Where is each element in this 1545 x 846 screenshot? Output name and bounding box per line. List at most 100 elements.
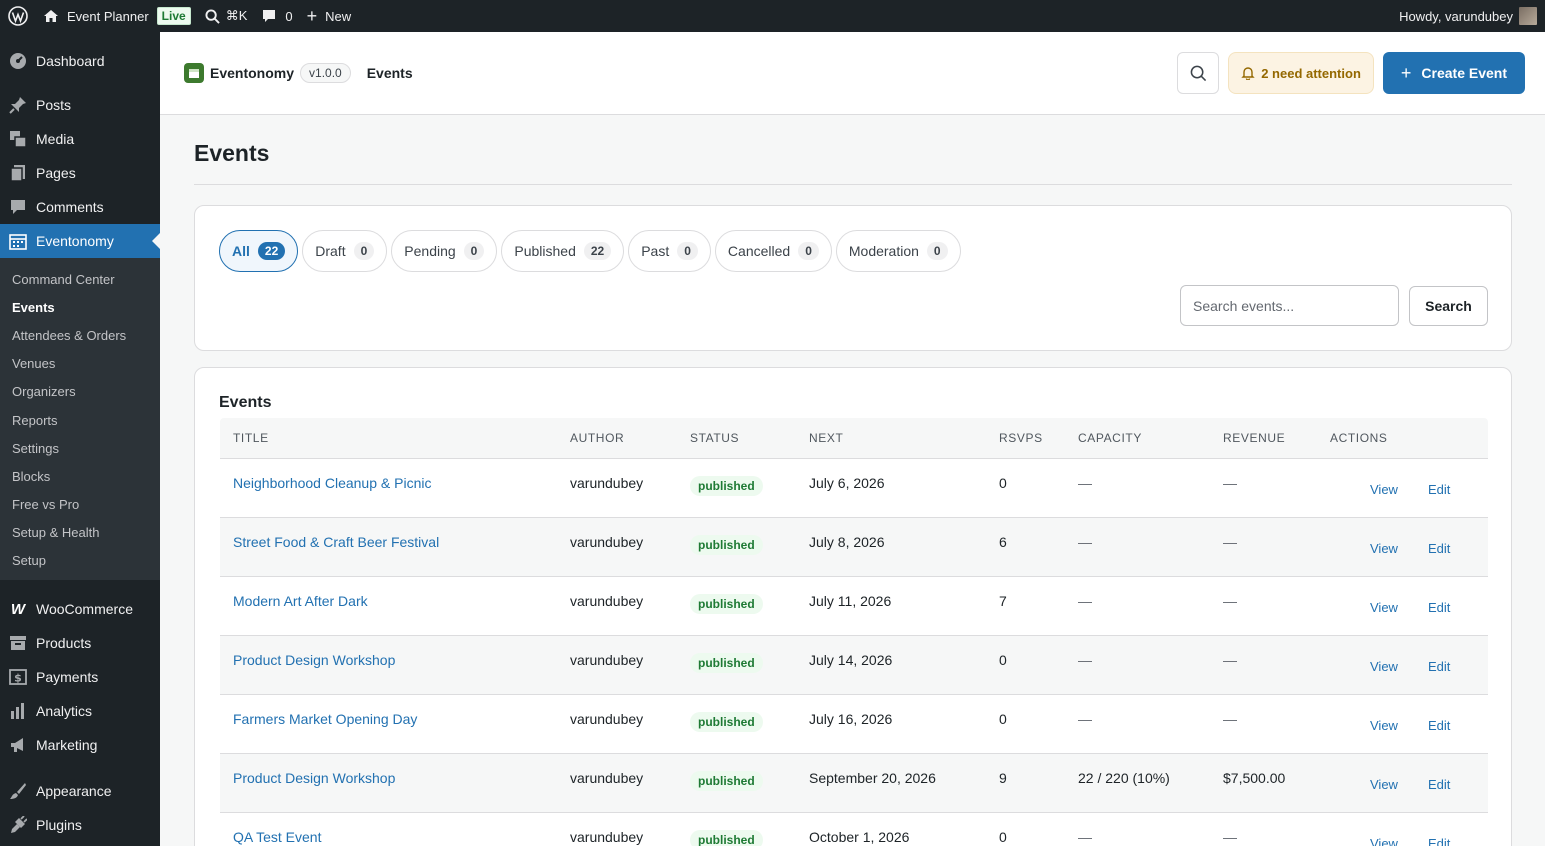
- site-name-link[interactable]: Event Planner Live: [36, 0, 198, 32]
- sidebar-item-plugins[interactable]: Plugins: [0, 808, 160, 842]
- event-title-link[interactable]: Product Design Workshop: [220, 652, 570, 668]
- submenu-item-attendees-orders[interactable]: Attendees & Orders: [0, 321, 160, 349]
- column-next: NEXT: [809, 431, 844, 445]
- table-row: Street Food & Craft Beer Festival varund…: [220, 518, 1488, 577]
- edit-link[interactable]: Edit: [1428, 541, 1450, 556]
- event-title-link[interactable]: Neighborhood Cleanup & Picnic: [220, 475, 570, 491]
- status-badge: published: [690, 771, 763, 791]
- new-content-link[interactable]: + New: [300, 0, 359, 32]
- sidebar-item-analytics[interactable]: Analytics: [0, 694, 160, 728]
- sidebar-item-appearance[interactable]: Appearance: [0, 774, 160, 808]
- status-cell: published: [690, 652, 809, 673]
- event-title-link[interactable]: Modern Art After Dark: [220, 593, 570, 609]
- avatar: [1519, 7, 1537, 25]
- site-name: Event Planner: [67, 8, 149, 24]
- sidebar-item-products[interactable]: Products: [0, 626, 160, 660]
- submenu-item-venues[interactable]: Venues: [0, 350, 160, 378]
- sidebar-item-media[interactable]: Media: [0, 122, 160, 156]
- edit-link[interactable]: Edit: [1428, 718, 1450, 733]
- event-author: varundubey: [570, 829, 644, 845]
- filter-past[interactable]: Past 0: [628, 230, 711, 272]
- submenu-item-setup-health[interactable]: Setup & Health: [0, 519, 160, 547]
- dashboard-icon: [8, 51, 28, 71]
- view-link[interactable]: View: [1370, 777, 1398, 792]
- event-revenue: —: [1223, 534, 1237, 550]
- row-actions: View Edit: [1330, 659, 1488, 674]
- edit-link[interactable]: Edit: [1428, 600, 1450, 615]
- search-events-input[interactable]: [1180, 285, 1399, 326]
- event-author: varundubey: [570, 770, 644, 786]
- edit-link[interactable]: Edit: [1428, 482, 1450, 497]
- sidebar-item-payments[interactable]: $ Payments: [0, 660, 160, 694]
- search-button[interactable]: Search: [1409, 286, 1488, 326]
- filter-count: 22: [583, 242, 612, 260]
- media-icon: [8, 129, 28, 149]
- view-link[interactable]: View: [1370, 836, 1398, 846]
- event-revenue: —: [1223, 652, 1237, 668]
- row-actions: View Edit: [1330, 482, 1488, 497]
- event-next-date: July 16, 2026: [809, 711, 893, 727]
- submenu-item-organizers[interactable]: Organizers: [0, 378, 160, 406]
- sidebar-item-eventonomy[interactable]: Eventonomy: [0, 224, 160, 258]
- sidebar-item-pages[interactable]: Pages: [0, 156, 160, 190]
- view-link[interactable]: View: [1370, 659, 1398, 674]
- column-actions: ACTIONS: [1330, 431, 1388, 445]
- filter-cancelled[interactable]: Cancelled 0: [714, 230, 832, 272]
- filter-pending[interactable]: Pending 0: [391, 230, 498, 272]
- column-author: AUTHOR: [570, 431, 625, 445]
- table-title: Events: [219, 394, 272, 411]
- filter-label: Past: [641, 243, 670, 259]
- submenu-item-events[interactable]: Events: [0, 293, 160, 321]
- create-event-label: Create Event: [1421, 65, 1507, 81]
- attention-button[interactable]: 2 need attention: [1228, 52, 1374, 94]
- edit-link[interactable]: Edit: [1428, 836, 1450, 846]
- sidebar-item-comments[interactable]: Comments: [0, 190, 160, 224]
- edit-link[interactable]: Edit: [1428, 659, 1450, 674]
- sidebar-item-dashboard[interactable]: Dashboard: [0, 44, 160, 78]
- event-title-link[interactable]: Product Design Workshop: [220, 770, 570, 786]
- filter-published[interactable]: Published 22: [501, 230, 625, 272]
- comments-link[interactable]: 0: [254, 0, 299, 32]
- submenu-item-reports[interactable]: Reports: [0, 406, 160, 434]
- submenu-item-command-center[interactable]: Command Center: [0, 265, 160, 293]
- submenu-item-blocks[interactable]: Blocks: [0, 462, 160, 490]
- sidebar-item-label: Posts: [36, 97, 72, 113]
- my-account[interactable]: Howdy, varundubey: [1392, 0, 1545, 32]
- event-title-link[interactable]: Street Food & Craft Beer Festival: [220, 534, 570, 550]
- view-link[interactable]: View: [1370, 600, 1398, 615]
- event-revenue: $7,500.00: [1223, 770, 1286, 786]
- submenu-item-settings[interactable]: Settings: [0, 434, 160, 462]
- filter-label: Pending: [404, 243, 456, 259]
- events-table: TITLE AUTHOR STATUS NEXT RSVPS CAPACITY …: [220, 418, 1488, 846]
- sidebar-item-woocommerce[interactable]: W WooCommerce: [0, 592, 160, 626]
- sidebar-item-marketing[interactable]: Marketing: [0, 728, 160, 762]
- edit-link[interactable]: Edit: [1428, 777, 1450, 792]
- event-title-link[interactable]: QA Test Event: [220, 829, 570, 845]
- sidebar-item-label: WooCommerce: [36, 601, 133, 618]
- view-link[interactable]: View: [1370, 482, 1398, 497]
- view-link[interactable]: View: [1370, 541, 1398, 556]
- sidebar-item-posts[interactable]: Posts: [0, 88, 160, 122]
- bell-icon: [1241, 66, 1255, 80]
- event-author: varundubey: [570, 475, 644, 491]
- event-rsvps: 9: [999, 770, 1007, 786]
- filter-all[interactable]: All 22: [219, 230, 299, 272]
- create-event-button[interactable]: + Create Event: [1382, 52, 1525, 94]
- event-revenue: —: [1223, 829, 1237, 845]
- live-badge: Live: [156, 7, 191, 25]
- event-capacity: —: [1078, 593, 1092, 609]
- event-capacity: —: [1078, 829, 1092, 845]
- filter-label: Moderation: [848, 243, 919, 259]
- column-capacity: CAPACITY: [1078, 431, 1142, 445]
- filter-draft[interactable]: Draft 0: [302, 230, 388, 272]
- command-search[interactable]: ⌘K: [198, 0, 255, 32]
- event-author: varundubey: [570, 534, 644, 550]
- submenu-item-free-vs-pro[interactable]: Free vs Pro: [0, 491, 160, 519]
- view-link[interactable]: View: [1370, 718, 1398, 733]
- event-title-link[interactable]: Farmers Market Opening Day: [220, 711, 570, 727]
- header-search-button[interactable]: [1177, 52, 1220, 94]
- filter-moderation[interactable]: Moderation 0: [835, 230, 961, 272]
- pin-icon: [8, 95, 28, 115]
- wordpress-logo-icon[interactable]: [0, 0, 36, 32]
- submenu-item-setup[interactable]: Setup: [0, 547, 160, 575]
